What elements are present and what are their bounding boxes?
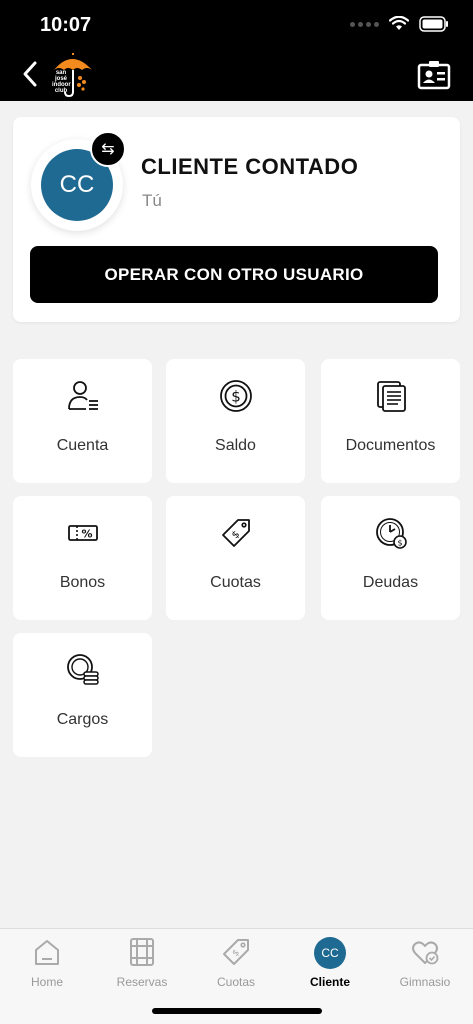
documents-icon <box>377 381 406 412</box>
tile-label: Cargos <box>56 711 109 728</box>
ticket-percent-icon: % <box>68 525 98 541</box>
tile-label: Cuotas <box>210 574 261 591</box>
id-card-icon <box>417 61 451 90</box>
tab-cuotas[interactable]: $ Cuotas <box>189 935 283 993</box>
switch-user-button[interactable]: ⇆ <box>90 131 126 167</box>
coin-dollar-icon: $ <box>220 380 252 412</box>
tile-cuenta[interactable]: Cuenta <box>13 359 152 483</box>
svg-text:$: $ <box>397 539 402 548</box>
avatar: CC <box>314 937 346 969</box>
status-icons <box>350 16 449 32</box>
tab-label: Reservas <box>116 975 168 989</box>
home-indicator[interactable] <box>152 1008 322 1014</box>
club-logo: san josé indoor club <box>50 52 94 98</box>
tab-label: Home <box>30 975 63 989</box>
tile-label: Deudas <box>362 574 419 591</box>
id-card-button[interactable] <box>417 60 451 90</box>
tile-label: Cuenta <box>56 437 109 454</box>
status-bar: 10:07 <box>0 0 473 50</box>
tile-cargos[interactable]: Cargos <box>13 633 152 757</box>
user-subtitle: Tú <box>142 191 162 210</box>
tab-gimnasio[interactable]: Gimnasio <box>378 935 472 993</box>
tab-label: Gimnasio <box>399 975 451 989</box>
clock-debt-icon: $ <box>376 518 407 549</box>
back-button[interactable] <box>14 58 46 90</box>
chevron-left-icon <box>23 61 37 87</box>
nav-bar: san josé indoor club <box>0 50 473 101</box>
tile-documentos[interactable]: Documentos <box>321 359 460 483</box>
signal-icon <box>350 21 379 27</box>
tab-cliente[interactable]: CC Cliente <box>283 935 377 993</box>
svg-text:%: % <box>81 528 92 541</box>
price-tag-icon: $ <box>223 939 249 965</box>
user-name: CLIENTE CONTADO <box>141 154 359 179</box>
heart-check-icon <box>412 941 439 965</box>
wifi-icon <box>389 16 409 30</box>
battery-icon <box>419 16 448 32</box>
status-time: 10:07 <box>40 14 92 36</box>
coins-stack-icon <box>67 654 99 685</box>
tile-label: Saldo <box>215 437 256 454</box>
price-tag-icon: $ <box>222 519 250 547</box>
tile-label: Bonos <box>59 574 106 591</box>
swap-arrows-icon: ⇆ <box>101 141 115 158</box>
profile-card: CC ⇆ CLIENTE CONTADO Tú OPERAR CON OTRO … <box>13 117 460 322</box>
tile-cuotas[interactable]: $ Cuotas <box>166 496 305 620</box>
tile-bonos[interactable]: % Bonos <box>13 496 152 620</box>
operate-other-user-button[interactable]: OPERAR CON OTRO USUARIO <box>30 246 438 303</box>
user-list-icon <box>68 381 98 410</box>
tab-reservas[interactable]: Reservas <box>95 935 189 993</box>
tile-label: Documentos <box>345 437 436 454</box>
tab-label: Cliente <box>309 975 350 989</box>
tab-home[interactable]: Home <box>0 935 94 993</box>
tab-label: Cuotas <box>216 975 256 989</box>
tile-deudas[interactable]: $ Deudas <box>321 496 460 620</box>
calendar-grid-icon <box>130 938 154 966</box>
svg-text:$: $ <box>231 388 241 406</box>
tile-saldo[interactable]: $ Saldo <box>166 359 305 483</box>
logo-text: san josé indoor club <box>52 70 71 94</box>
home-icon <box>35 940 59 965</box>
